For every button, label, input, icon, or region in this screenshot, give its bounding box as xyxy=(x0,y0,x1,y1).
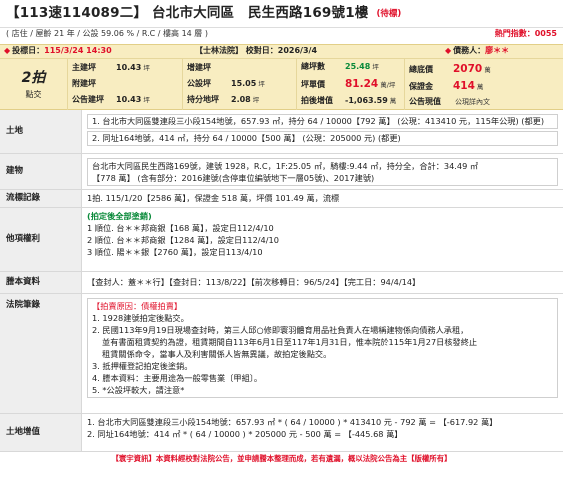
land-item-1: 1. 台北市大同區雙連段三小段154地號，657.93 ㎡，持分 64 / 10… xyxy=(87,114,558,130)
section-body: 【拍賣原因：債權拍賣】 1. 1928建號拍定後點交。 2. 民國113年9月1… xyxy=(82,294,563,413)
court-item: 2. 民國113年9月19日現場查封時，第三人邱○修即寰羽體育用品社負責人在場稱… xyxy=(92,325,469,335)
section-label: 法院筆錄 xyxy=(0,294,82,413)
header-bar: 【113速114089二】 台北市大同區 民生西路169號1樓 (待標) xyxy=(0,0,563,28)
court-item: 租賃關係命令，當事人及利害關係人皆無異議，故拍定後點交。 xyxy=(102,349,332,359)
section-label: 他項權利 xyxy=(0,208,82,271)
section-building: 建物 台北市大同區民生西路169號，建號 1928，R.C，1F:25.05 ㎡… xyxy=(0,154,563,190)
debtor: ◆ 債務人： 廖＊＊ xyxy=(445,46,509,57)
court-text: 【士林法院】 校對日：2026/3/4 xyxy=(195,46,318,56)
main-area: 主建坪 10.43 坪 xyxy=(72,62,150,72)
page-title: 【113速114089二】 台北市大同區 民生西路169號1樓 xyxy=(6,5,369,22)
court-item: 並有書面租賃契約為證，租賃期間自113年6月1日至117年1月31日，惟本院於1… xyxy=(102,337,478,347)
section-history: 流標記錄 1拍. 115/1/20【2586 萬】，保證金 518 萬，坪價 1… xyxy=(0,190,563,208)
section-body: 1. 台北市大同區雙連段三小段154地號，657.93 ㎡，持分 64 / 10… xyxy=(82,110,563,153)
announced-area: 公告建坪 10.43 坪 xyxy=(72,95,150,105)
hot-index: 熱門指數：0055 xyxy=(495,29,557,40)
rights-note: (拍定後全部塗銷) xyxy=(87,211,152,221)
section-tax: 土地增值 1. 台北市大同區雙連段三小段154地號：657.93 ㎡ * ( 6… xyxy=(0,414,563,452)
bid-date-label: 投標日： xyxy=(12,46,45,56)
section-label: 土地增值 xyxy=(0,414,82,451)
debtor-value: 廖＊＊ xyxy=(485,46,510,56)
auction-round: 2拍 xyxy=(21,69,46,86)
property-summary: ( 店住 / 屋齡 21 年 / 公設 59.06 % / R.C / 樓高 1… xyxy=(6,29,208,39)
seizure-text: 【查封人：蓋＊＊行】【查封日：113/8/22】【前次移轉日：96/5/24】【… xyxy=(87,276,421,287)
section-body: 1. 台北市大同區雙連段三小段154地號：657.93 ㎡ * ( 64 / 1… xyxy=(82,414,563,451)
rights-item: 2 順位. 台＊＊邦商銀【1284 萬】，設定日112/4/10 xyxy=(87,235,279,245)
land-item-2: 2. 同址164地號，414 ㎡，持分 64 / 10000【500 萬】 (公… xyxy=(87,131,558,147)
public-area: 公設坪 15.05 坪 xyxy=(187,79,265,89)
price-col: 總坪數 25.48 坪 坪單價 81.24 萬/坪 拍後增值 -1,063.59 萬 xyxy=(297,59,405,110)
footer-disclaimer: 【寰宇資訊】本資料經校對法院公告，並申請謄本整理而成，若有遺漏，概以法院公告為主… xyxy=(0,452,563,465)
court-info: 【士林法院】 校對日：2026/3/4 xyxy=(195,46,445,57)
court-notes: 【拍賣原因：債權拍賣】 1. 1928建號拍定後點交。 2. 民國113年9月1… xyxy=(87,298,558,398)
section-body: (拍定後全部塗銷) 1 順位. 台＊＊邦商銀【168 萬】，設定日112/4/1… xyxy=(82,208,563,271)
hot-index-label: 熱門指數： xyxy=(494,29,535,39)
history-item: 1拍. 115/1/20【2586 萬】，保證金 518 萬，坪價 101.49… xyxy=(87,192,340,203)
section-rights: 他項權利 (拍定後全部塗銷) 1 順位. 台＊＊邦商銀【168 萬】，設定日11… xyxy=(0,208,563,272)
court-item: 1. 1928建號拍定後點交。 xyxy=(92,313,189,323)
tax-item-2: 2. 同址164地號：414 ㎡ * ( 64 / 10000 ) * 2050… xyxy=(87,429,403,439)
building-item: 台北市大同區民生西路169號，建號 1928，R.C，1F:25.05 ㎡，騎樓… xyxy=(87,158,558,186)
court-item: 3. 抵押權登記拍定後塗銷。 xyxy=(92,361,193,371)
subheader: ( 店住 / 屋齡 21 年 / 公設 59.06 % / R.C / 樓高 1… xyxy=(0,28,563,41)
auction-info-top: ◆ 投標日： 115/3/24 14:30 【士林法院】 校對日：2026/3/… xyxy=(0,45,563,59)
debtor-label: 債務人： xyxy=(453,46,486,56)
section-body: 1拍. 115/1/20【2586 萬】，保證金 518 萬，坪價 101.49… xyxy=(82,190,563,207)
auction-round-box: 2拍 點交 xyxy=(0,59,68,110)
extension-area: 增建坪 xyxy=(187,62,211,72)
auction-reason: 【拍賣原因：債權拍賣】 xyxy=(92,301,183,311)
auction-info-panel: ◆ 投標日： 115/3/24 14:30 【士林法院】 校對日：2026/3/… xyxy=(0,44,563,110)
area-col-1: 主建坪 10.43 坪 附建坪 公告建坪 10.43 坪 xyxy=(68,59,183,110)
section-body: 台北市大同區民生西路169號，建號 1928，R.C，1F:25.05 ㎡，騎樓… xyxy=(82,154,563,189)
delivery-type: 點交 xyxy=(25,89,42,99)
court-item: 4. 謄本資料：主要用途為一般零售業〔甲組〕。 xyxy=(92,373,263,383)
rights-item: 1 順位. 台＊＊邦商銀【168 萬】，設定日112/4/10 xyxy=(87,223,274,233)
rights-item: 3 順位. 陽＊＊銀【2760 萬】，設定日113/4/10 xyxy=(87,247,263,257)
section-label: 土地 xyxy=(0,110,82,153)
reserve-price: 總底價 2070 萬 xyxy=(409,62,491,75)
announced-value: 公告現值 公現詳內文 xyxy=(409,96,490,106)
unit-price: 坪單價 81.24 萬/坪 xyxy=(301,78,396,91)
total-col: 總底價 2070 萬 保證金 414 萬 公告現值 公現詳內文 xyxy=(405,59,563,110)
area-col-2: 增建坪 公設坪 15.05 坪 持分地坪 2.08 坪 xyxy=(183,59,297,110)
section-label: 謄本資料 xyxy=(0,272,82,293)
section-label: 建物 xyxy=(0,154,82,189)
tax-item-1: 1. 台北市大同區雙連段三小段154地號：657.93 ㎡ * ( 64 / 1… xyxy=(87,417,498,427)
hot-index-value: 0055 xyxy=(534,29,557,39)
deposit: 保證金 414 萬 xyxy=(409,80,484,93)
section-body: 【查封人：蓋＊＊行】【查封日：113/8/22】【前次移轉日：96/5/24】【… xyxy=(82,272,563,293)
status-badge: (待標) xyxy=(376,9,402,20)
section-seizure: 謄本資料 【查封人：蓋＊＊行】【查封日：113/8/22】【前次移轉日：96/5… xyxy=(0,272,563,294)
court-item: 5. *公設坪較大，請注意* xyxy=(92,385,185,395)
pin-icon: ◆ xyxy=(4,46,11,56)
land-share-area: 持分地坪 2.08 坪 xyxy=(187,95,260,105)
attached-area: 附建坪 xyxy=(72,79,96,89)
section-court: 法院筆錄 【拍賣原因：債權拍賣】 1. 1928建號拍定後點交。 2. 民國11… xyxy=(0,294,563,414)
auction-info-main: 2拍 點交 主建坪 10.43 坪 附建坪 公告建坪 10.43 坪 增建坪 公設坪 15… xyxy=(0,59,563,110)
person-icon: ◆ xyxy=(445,46,452,56)
section-label: 流標記錄 xyxy=(0,190,82,207)
bid-date-value: 115/3/24 14:30 xyxy=(44,46,112,56)
section-land: 土地 1. 台北市大同區雙連段三小段154地號，657.93 ㎡，持分 64 /… xyxy=(0,110,563,154)
value-increase: 拍後增值 -1,063.59 萬 xyxy=(301,95,397,105)
total-area: 總坪數 25.48 坪 xyxy=(301,62,379,72)
footer-text: 【寰宇資訊】本資料經校對法院公告，並申請謄本整理而成，若有遺漏，概以法院公告為主… xyxy=(111,453,452,463)
bid-date: ◆ 投標日： 115/3/24 14:30 xyxy=(0,46,195,57)
